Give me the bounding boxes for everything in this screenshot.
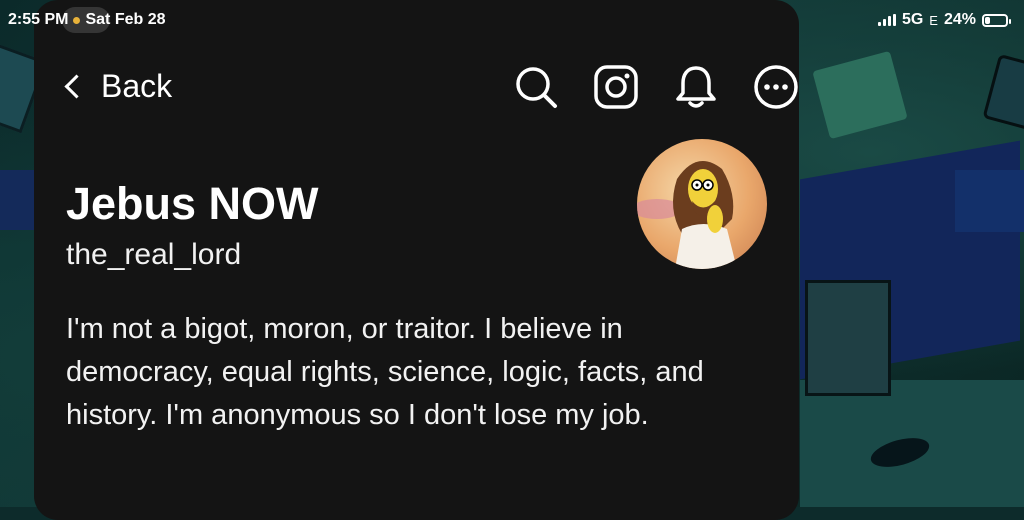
- search-icon[interactable]: [513, 64, 559, 110]
- chevron-left-icon: [64, 74, 89, 99]
- wallpaper-shape: [0, 170, 34, 230]
- battery-percent: 24%: [943, 11, 976, 28]
- display-name: Jebus NOW: [66, 178, 319, 229]
- network-type: 5G: [901, 11, 924, 28]
- status-bar: 2:55 PM Sat Feb 28 5G E 24%: [0, 0, 1024, 38]
- wallpaper-shape: [805, 280, 891, 396]
- wallpaper-shape: [982, 53, 1024, 133]
- top-nav: Back: [34, 60, 799, 114]
- avatar-image: [637, 161, 737, 269]
- bell-icon[interactable]: [673, 64, 719, 110]
- wallpaper-shape: [955, 170, 1024, 232]
- status-date: Sat Feb 28: [85, 11, 166, 28]
- nav-actions: [513, 64, 799, 110]
- battery-icon: [982, 13, 1011, 27]
- network-suffix: E: [929, 12, 938, 28]
- wallpaper-shape: [812, 50, 908, 140]
- signal-icon: [877, 14, 896, 26]
- status-right: 5G E 24%: [877, 11, 1011, 29]
- instagram-icon[interactable]: [593, 64, 639, 110]
- avatar[interactable]: [637, 139, 767, 269]
- username: the_real_lord: [66, 238, 242, 271]
- mic-indicator-icon: [73, 16, 81, 24]
- battery-fill: [985, 16, 991, 24]
- status-time: 2:55 PM: [8, 11, 69, 28]
- back-button[interactable]: Back: [64, 68, 173, 105]
- bio: I'm not a bigot, moron, or traitor. I be…: [66, 313, 704, 431]
- back-label: Back: [101, 68, 173, 104]
- status-left: 2:55 PM Sat Feb 28: [8, 11, 166, 29]
- more-icon[interactable]: [753, 64, 799, 110]
